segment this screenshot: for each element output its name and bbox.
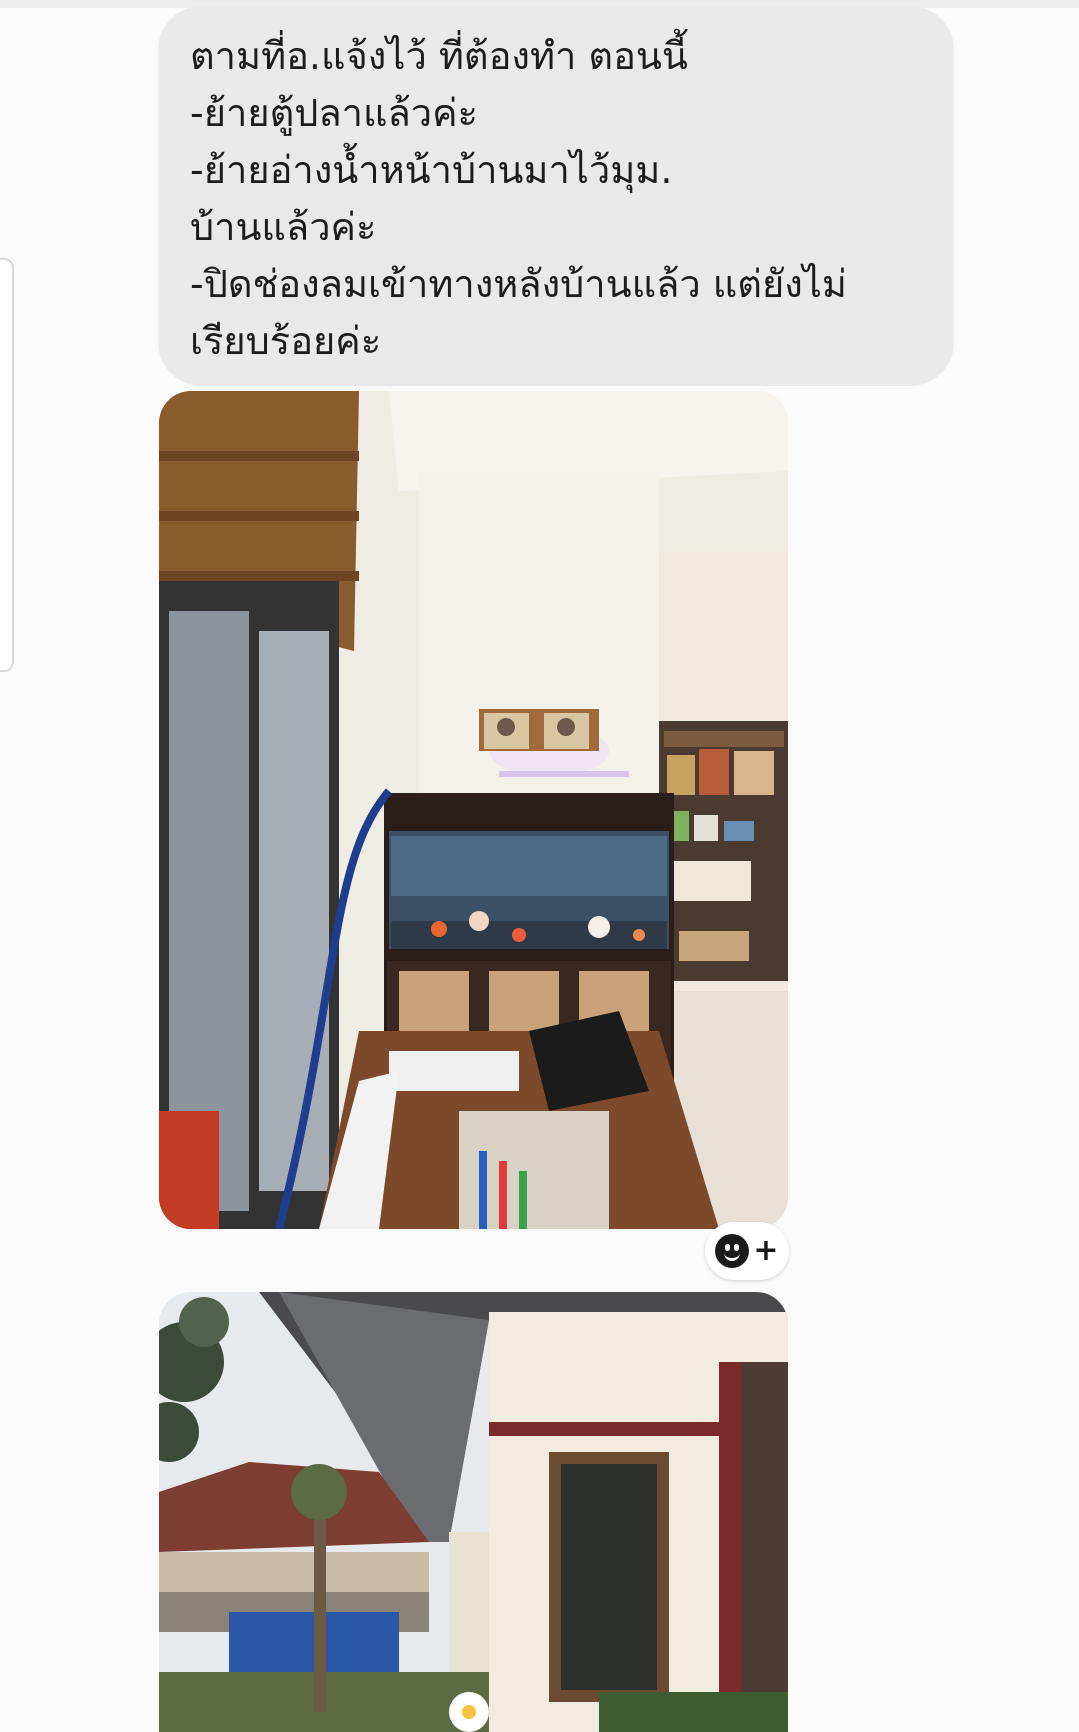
photo-aquarium-corner[interactable] — [159, 391, 788, 1229]
message-line: -ปิดช่องลมเข้าทางหลังบ้านแล้ว แต่ยังไม่ — [190, 262, 847, 306]
plus-icon: + — [753, 1233, 779, 1268]
message-line: บ้านแล้วค่ะ — [190, 205, 377, 249]
message-line: -ย้ายตู้ปลาแล้วค่ะ — [190, 91, 478, 135]
message-line: ตามที่อ.แจ้งไว้ ที่ต้องทำ ตอนนี้ — [190, 34, 688, 78]
add-reaction-button[interactable]: + — [705, 1222, 789, 1280]
photo-house-exterior[interactable] — [159, 1292, 788, 1732]
message-bubble[interactable]: ตามที่อ.แจ้งไว้ ที่ต้องทำ ตอนนี้ -ย้ายตู… — [158, 6, 954, 386]
side-panel-edge[interactable] — [0, 258, 14, 672]
message-line: เรียบร้อยค่ะ — [190, 319, 382, 363]
smiley-icon — [715, 1234, 750, 1268]
message-line: -ย้ายอ่างน้ำหน้าบ้านมาไว้มุม. — [190, 148, 673, 192]
